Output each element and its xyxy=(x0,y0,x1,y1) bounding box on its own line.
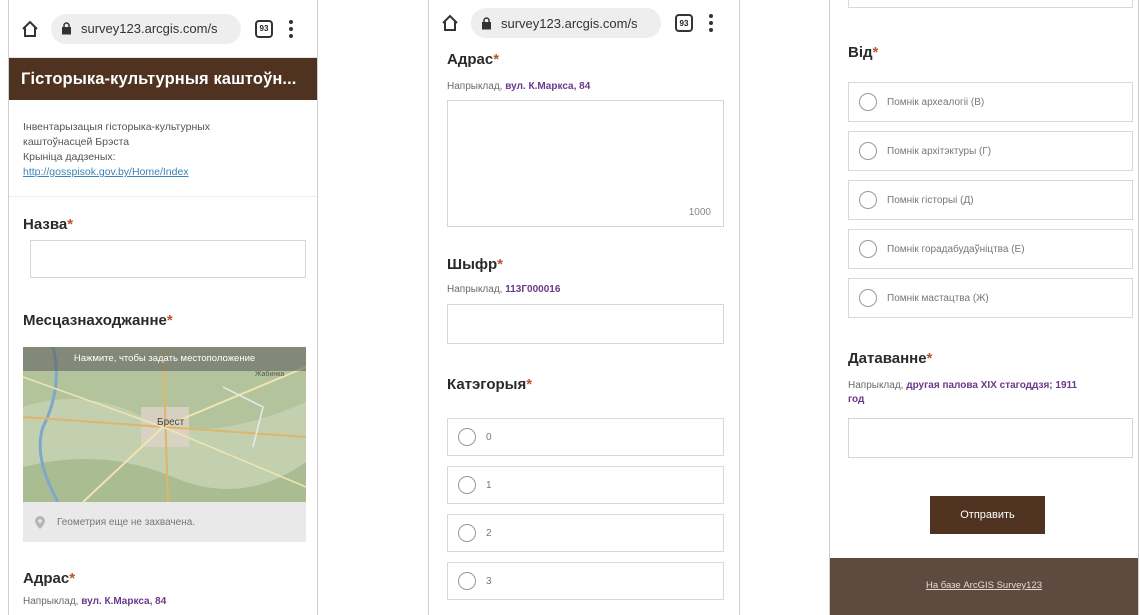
type-option-architecture[interactable]: Помнік архітэктуры (Г) xyxy=(848,131,1133,171)
submit-button[interactable]: Отправить xyxy=(930,496,1045,534)
address-bar[interactable]: survey123.arcgis.com/s xyxy=(51,13,241,44)
location-question-label: Месцазнаходжанне* xyxy=(23,312,173,329)
location-map[interactable]: Нажмите, чтобы задать местоположение Бре… xyxy=(23,347,306,502)
category-question-label: Катэгорыя* xyxy=(447,376,533,393)
dating-question-label: Датаванне* xyxy=(848,350,933,367)
radio-circle[interactable] xyxy=(859,191,877,209)
phone-screen-1: survey123.arcgis.com/s 93 Гісторыка-куль… xyxy=(8,0,318,615)
category-option-1[interactable]: 1 xyxy=(447,466,724,504)
url-text: survey123.arcgis.com/s xyxy=(501,15,638,31)
tab-switcher-icon[interactable]: 93 xyxy=(675,14,693,32)
code-input[interactable] xyxy=(447,304,724,344)
source-link[interactable]: http://gosspisok.gov.by/Home/Index xyxy=(23,165,301,180)
description-line: Інвентарызацыя гісторыка-культурных xyxy=(23,121,211,133)
radio-circle[interactable] xyxy=(859,240,877,258)
overflow-menu-icon[interactable] xyxy=(707,14,715,32)
geometry-status-text: Геометрия еще не захвачена. xyxy=(57,516,196,528)
lock-icon xyxy=(481,16,493,30)
geometry-status-bar: Геометрия еще не захвачена. xyxy=(23,502,306,542)
home-icon[interactable] xyxy=(439,12,461,34)
overflow-menu-icon[interactable] xyxy=(287,19,295,38)
type-option-history[interactable]: Помнік гісторыі (Д) xyxy=(848,180,1133,220)
dating-input[interactable] xyxy=(848,418,1133,458)
location-pin-icon xyxy=(35,515,45,529)
name-input[interactable] xyxy=(30,240,306,278)
description-line: Крыніца дадзеных: xyxy=(23,151,116,163)
category-option-2[interactable]: 2 xyxy=(447,514,724,552)
category-option-0[interactable]: 0 xyxy=(447,418,724,456)
radio-circle[interactable] xyxy=(458,524,476,542)
type-option-archaeology[interactable]: Помнік археалогіі (В) xyxy=(848,82,1133,122)
type-question-label: Від* xyxy=(848,44,879,61)
type-option-art[interactable]: Помнік мастацтва (Ж) xyxy=(848,278,1133,318)
code-question-label: Шыфр* xyxy=(447,256,504,273)
radio-circle[interactable] xyxy=(859,93,877,111)
radio-circle[interactable] xyxy=(458,428,476,446)
phone-screen-2: survey123.arcgis.com/s 93 Адрас* Напрыкл… xyxy=(428,0,740,615)
address-hint: Напрыклад, вул. К.Маркса, 84 xyxy=(447,81,591,92)
map-instruction-banner[interactable]: Нажмите, чтобы задать местоположение xyxy=(23,347,306,371)
address-bar[interactable]: survey123.arcgis.com/s xyxy=(471,8,661,38)
home-icon[interactable] xyxy=(19,18,41,40)
previous-input-edge xyxy=(848,0,1133,8)
form-title: Гісторыка-культурныя каштоўн... xyxy=(9,58,317,100)
tab-switcher-icon[interactable]: 93 xyxy=(255,19,273,38)
url-text: survey123.arcgis.com/s xyxy=(81,21,218,36)
map-label-town: Жабинка xyxy=(255,371,285,378)
radio-circle[interactable] xyxy=(458,476,476,494)
map-label-city: Брест xyxy=(157,417,185,428)
browser-toolbar: survey123.arcgis.com/s 93 xyxy=(9,0,317,58)
description-line: каштоўнасцей Брэста xyxy=(23,136,130,148)
radio-circle[interactable] xyxy=(859,142,877,160)
type-option-urban-planning[interactable]: Помнік горадабудаўніцтва (Е) xyxy=(848,229,1133,269)
address-textarea[interactable]: 1000 xyxy=(447,100,724,227)
category-option-3[interactable]: 3 xyxy=(447,562,724,600)
powered-by-link[interactable]: На базе ArcGIS Survey123 xyxy=(926,580,1042,591)
code-hint: Напрыклад, 113Г000016 xyxy=(447,284,561,295)
form-description: Інвентарызацыя гісторыка-культурных кашт… xyxy=(9,100,317,197)
address-hint: Напрыклад, вул. К.Маркса, 84 xyxy=(23,596,167,607)
name-question-label: Назва* xyxy=(23,216,74,233)
address-question-label: Адрас* xyxy=(447,51,500,68)
dating-hint: Напрыклад, другая палова XIX стагоддзя; … xyxy=(848,380,1078,405)
footer: На базе ArcGIS Survey123 xyxy=(830,558,1138,615)
address-question-label: Адрас* xyxy=(23,570,76,587)
char-limit-counter: 1000 xyxy=(688,207,711,218)
phone-screen-3: Від* Помнік археалогіі (В) Помнік архітэ… xyxy=(829,0,1139,615)
lock-icon xyxy=(61,22,73,36)
browser-toolbar: survey123.arcgis.com/s 93 xyxy=(429,0,739,46)
radio-circle[interactable] xyxy=(458,572,476,590)
radio-circle[interactable] xyxy=(859,289,877,307)
